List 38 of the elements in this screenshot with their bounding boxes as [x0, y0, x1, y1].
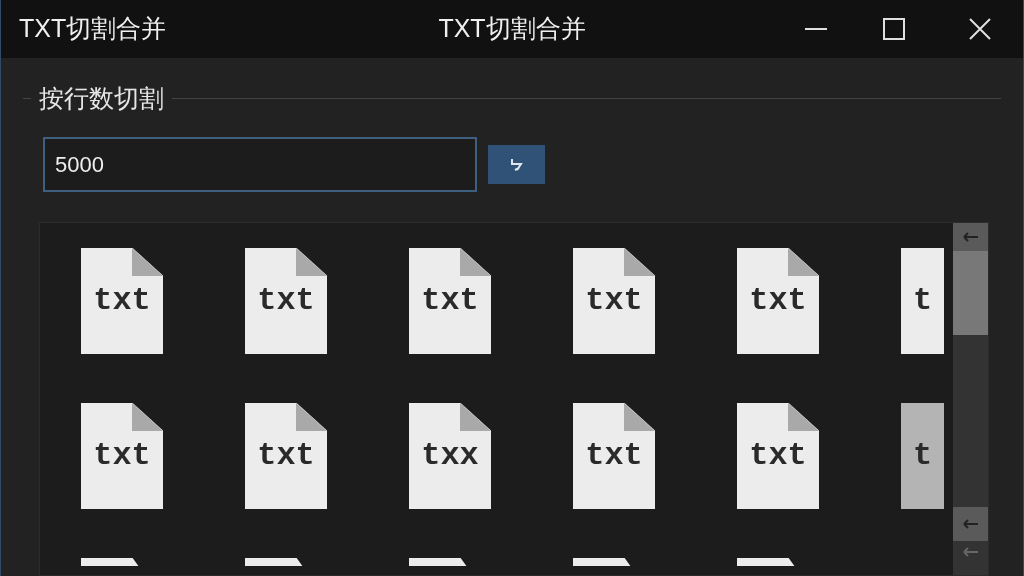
close-icon	[969, 18, 991, 40]
scroll-thumb[interactable]	[953, 251, 988, 335]
file-tile[interactable]: txt	[573, 248, 655, 354]
file-type-label: txt	[585, 440, 643, 472]
file-type-label: txt	[421, 285, 479, 317]
split-button[interactable]	[488, 145, 545, 184]
file-tile[interactable]: txt	[737, 248, 819, 354]
hook-arrow-icon	[508, 156, 525, 173]
file-tile[interactable]: txt	[409, 248, 491, 354]
file-tile[interactable]: t	[901, 403, 944, 509]
group-title: 按行数切割	[39, 86, 164, 111]
file-type-label: txt	[749, 285, 807, 317]
file-type-label: t	[913, 285, 933, 317]
minimize-icon	[805, 27, 827, 31]
left-arrow-icon	[962, 232, 979, 242]
left-arrow-icon	[962, 547, 979, 557]
line-count-field[interactable]: 5000	[43, 137, 477, 192]
file-tile[interactable]: txt	[737, 403, 819, 509]
file-tile[interactable]: t	[901, 248, 944, 354]
window-title: TXT切割合并	[438, 13, 586, 45]
maximize-icon	[883, 18, 905, 40]
file-type-label: txt	[93, 440, 151, 472]
file-tile[interactable]: txt	[573, 403, 655, 509]
file-tile[interactable]: txt	[245, 403, 327, 509]
file-tile[interactable]: txt	[81, 403, 163, 509]
app-name: TXT切割合并	[19, 13, 167, 45]
file-type-label: txt	[257, 285, 315, 317]
scrollbar[interactable]	[953, 223, 988, 575]
file-type-label: t	[913, 440, 933, 472]
file-tile[interactable]: txx	[409, 403, 491, 509]
left-arrow-icon	[962, 519, 979, 529]
file-type-label: txt	[749, 440, 807, 472]
file-type-label: txt	[585, 285, 643, 317]
file-tile[interactable]: txt	[81, 248, 163, 354]
file-type-label: txx	[421, 440, 479, 472]
file-type-label: txt	[93, 285, 151, 317]
file-tile[interactable]: txt	[245, 248, 327, 354]
file-type-label: txt	[257, 440, 315, 472]
